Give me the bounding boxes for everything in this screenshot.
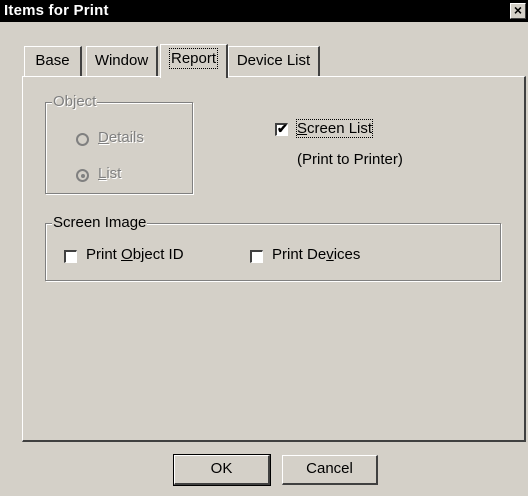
tab-base[interactable]: Base [24,46,82,76]
check-mark-icon: ✔ [277,121,288,136]
print-devices-label[interactable]: Print Devices [272,246,360,263]
pd-b: ices [333,246,361,263]
screen-list-checkbox[interactable]: ✔ [275,121,288,136]
screen-list-note: (Print to Printer) [297,151,403,168]
tab-base-label: Base [35,52,70,69]
screen-list-label[interactable]: Screen List [295,119,374,138]
tab-window-label: Window [94,52,149,69]
print-devices-checkbox[interactable] [250,250,263,263]
object-group-title: Object [52,93,98,110]
object-group: Object Details List [45,93,193,194]
tab-device-list[interactable]: Device List [228,46,320,76]
details-radio[interactable] [76,133,89,146]
poi-b: bject ID [132,246,184,263]
tab-window[interactable]: Window [86,46,158,76]
items-for-print-dialog: Items for Print × Base Window Report Dev… [0,0,528,496]
list-radio-label-rest: ist [106,165,122,182]
list-radio-selected-dot [81,174,85,178]
close-icon: × [513,2,523,18]
print-object-id-label[interactable]: Print Object ID [86,246,184,263]
list-radio[interactable] [76,169,89,182]
details-radio-label-rest: etails [108,129,144,146]
screen-list-label-rest: creen List [307,120,373,137]
tab-device-list-label: Device List [236,52,311,69]
close-button[interactable]: × [510,3,526,19]
pd-a: Print De [272,246,327,263]
tab-report[interactable]: Report [160,44,228,78]
window-title: Items for Print [4,2,109,19]
screen-image-group: Screen Image Print Object ID Print Devic… [45,214,501,281]
ok-button-label: OK [210,460,233,477]
ok-button[interactable]: OK [173,454,271,486]
list-radio-label: List [98,165,122,182]
tab-report-label: Report [168,48,219,69]
details-radio-label: Details [98,129,144,146]
cancel-button-label: Cancel [306,460,353,477]
poi-a: Print [86,246,122,263]
print-object-id-checkbox[interactable] [64,250,77,263]
cancel-button[interactable]: Cancel [282,455,378,485]
report-tab-panel: Object Details List ✔ Screen List (Print… [22,76,526,442]
screen-image-group-title: Screen Image [52,214,148,231]
title-bar: Items for Print × [0,0,528,22]
